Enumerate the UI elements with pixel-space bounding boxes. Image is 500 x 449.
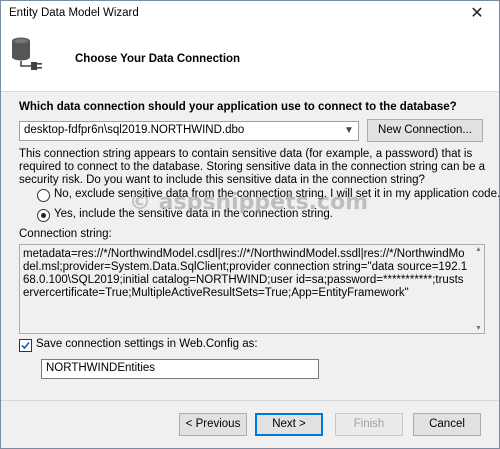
save-settings-label: Save connection settings in Web.Config a…: [36, 338, 258, 350]
window-title: Entity Data Model Wizard: [9, 7, 139, 19]
new-connection-button[interactable]: New Connection...: [367, 119, 483, 142]
next-button[interactable]: Next >: [255, 413, 323, 436]
chevron-down-icon[interactable]: ▼: [342, 122, 356, 140]
close-icon[interactable]: ✕: [457, 1, 497, 27]
radio-button-selected[interactable]: [37, 209, 50, 222]
database-plug-icon: [12, 37, 42, 70]
connection-string-box[interactable]: metadata=res://*/NorthwindModel.csdl|res…: [19, 244, 485, 334]
wizard-header: Choose Your Data Connection: [1, 27, 499, 92]
next-label: Next >: [272, 418, 306, 430]
title-bar: Entity Data Model Wizard ✕: [1, 1, 499, 27]
connection-select-value: desktop-fdfpr6n\sql2019.NORTHWIND.dbo: [24, 124, 245, 136]
footer-divider: [1, 400, 499, 401]
entity-name-field[interactable]: NORTHWINDEntities: [41, 359, 319, 379]
connection-select[interactable]: desktop-fdfpr6n\sql2019.NORTHWIND.dbo ▼: [19, 121, 359, 141]
cancel-label: Cancel: [429, 418, 465, 430]
finish-button[interactable]: Finish: [335, 413, 403, 436]
wizard-window: Entity Data Model Wizard ✕ Choose Your D…: [0, 0, 500, 449]
connection-string-label: Connection string:: [19, 228, 112, 240]
checkmark-icon: [21, 341, 30, 350]
scroll-up-icon[interactable]: ▲: [475, 246, 482, 253]
sensitive-data-warning: This connection string appears to contai…: [19, 148, 486, 186]
previous-label: < Previous: [185, 418, 241, 430]
connection-question: Which data connection should your applic…: [19, 101, 457, 113]
save-settings-checkbox[interactable]: [19, 339, 32, 352]
entity-name-value: NORTHWINDEntities: [46, 362, 156, 374]
previous-button[interactable]: < Previous: [179, 413, 247, 436]
vertical-scrollbar[interactable]: ▲ ▼: [472, 245, 484, 333]
page-heading: Choose Your Data Connection: [75, 53, 241, 65]
watermark: © aspsnippets.com: [129, 190, 369, 215]
new-connection-label: New Connection...: [378, 124, 472, 136]
cancel-button[interactable]: Cancel: [413, 413, 481, 436]
scroll-down-icon[interactable]: ▼: [475, 325, 482, 332]
connection-string-text: metadata=res://*/NorthwindModel.csdl|res…: [23, 248, 468, 299]
radio-button[interactable]: [37, 189, 50, 202]
finish-label: Finish: [353, 418, 385, 430]
